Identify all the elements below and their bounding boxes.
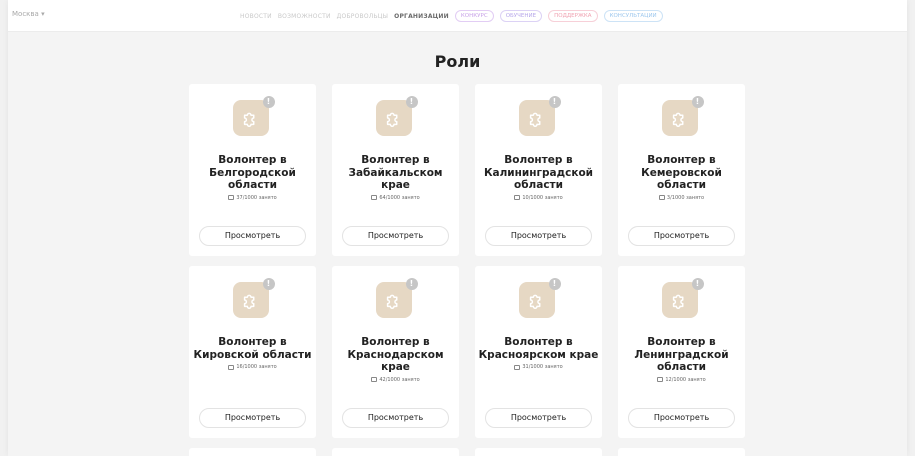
exclamation-icon: !: [405, 278, 418, 290]
occupancy-text: 42/1000 занято: [379, 376, 420, 383]
role-card[interactable]: ! Волонтер в Ленинградской области 12/1000…: [618, 266, 745, 438]
role-card[interactable]: ! Волонтер в Кемеровской области 3/1000 за…: [618, 84, 745, 256]
chat-icon: [228, 195, 235, 200]
role-occupancy: 3/1000 занято: [658, 194, 705, 201]
nav-link-volunteers[interactable]: ДОБРОВОЛЬЦЫ: [337, 13, 389, 20]
exclamation-icon: !: [691, 278, 704, 290]
view-button[interactable]: Просмотреть: [199, 408, 306, 428]
role-name: Волонтер в Краснодарском крае: [347, 336, 444, 373]
page: Москва ▾ НОВОСТИ ВОЗМОЖНОСТИ ДОБРОВОЛЬЦЫ…: [8, 0, 907, 456]
exclamation-icon: !: [691, 96, 704, 108]
view-button[interactable]: Просмотреть: [342, 226, 449, 246]
occupancy-text: 37/1000 занято: [236, 194, 277, 201]
role-icon-wrap: !: [518, 278, 561, 318]
city-label: Москва: [12, 10, 39, 18]
role-name: Волонтер в Забайкальском крае: [348, 154, 443, 191]
exclamation-icon: !: [262, 96, 275, 108]
role-card[interactable]: ! Волонтер в Красноярском крае 31/1000 зан…: [475, 266, 602, 438]
role-card-partial: [475, 448, 602, 456]
exclamation-icon: !: [548, 278, 561, 290]
view-button[interactable]: Просмотреть: [628, 408, 735, 428]
nav-pill-support[interactable]: ПОДДЕРЖКА: [548, 10, 598, 22]
role-occupancy: 42/1000 занято: [371, 376, 420, 383]
nav-pill-contest[interactable]: КОНКУРС: [454, 10, 494, 22]
role-name: Волонтер в Кировской области: [193, 336, 312, 361]
city-selector[interactable]: Москва ▾: [12, 10, 45, 18]
nav-pill-education[interactable]: ОБУЧЕНИЕ: [499, 10, 543, 22]
role-icon-wrap: !: [661, 278, 704, 318]
view-button[interactable]: Просмотреть: [485, 408, 592, 428]
role-name: Волонтер в Калининградской области: [483, 154, 594, 191]
roles-grid: ! Волонтер в Белгородской области 37/1000 …: [189, 84, 749, 456]
chat-icon: [514, 195, 521, 200]
chat-icon: [371, 195, 378, 200]
occupancy-text: 12/1000 занято: [665, 376, 706, 383]
role-name: Волонтер в Белгородской области: [209, 154, 296, 191]
nav-link-organizations[interactable]: ОРГАНИЗАЦИИ: [394, 13, 449, 20]
chat-icon: [658, 195, 665, 200]
role-occupancy: 12/1000 занято: [657, 376, 706, 383]
role-icon-wrap: !: [232, 96, 275, 136]
role-name: Волонтер в Красноярском крае: [478, 336, 599, 361]
role-occupancy: 64/1000 занято: [371, 194, 420, 201]
role-card-partial: [618, 448, 745, 456]
top-navigation-bar: Москва ▾ НОВОСТИ ВОЗМОЖНОСТИ ДОБРОВОЛЬЦЫ…: [8, 0, 907, 32]
chat-icon: [371, 377, 378, 382]
occupancy-text: 64/1000 занято: [379, 194, 420, 201]
exclamation-icon: !: [548, 96, 561, 108]
role-card-partial: [189, 448, 316, 456]
chevron-down-icon: ▾: [41, 10, 45, 18]
view-button[interactable]: Просмотреть: [485, 226, 592, 246]
role-name: Волонтер в Кемеровской области: [641, 154, 722, 191]
role-occupancy: 37/1000 занято: [228, 194, 277, 201]
role-card[interactable]: ! Волонтер в Забайкальском крае 64/1000 за…: [332, 84, 459, 256]
chat-icon: [514, 364, 521, 370]
role-occupancy: 16/1000 занято: [228, 364, 277, 370]
nav-link-news[interactable]: НОВОСТИ: [240, 13, 272, 20]
chat-icon: [657, 377, 664, 382]
role-card[interactable]: ! Волонтер в Кировской области 16/1000 зан…: [189, 266, 316, 438]
role-card[interactable]: ! Волонтер в Краснодарском крае 42/1000 за…: [332, 266, 459, 438]
page-title: Роли: [434, 52, 481, 71]
role-occupancy: 10/1000 занято: [514, 194, 563, 201]
exclamation-icon: !: [405, 96, 418, 108]
view-button[interactable]: Просмотреть: [628, 226, 735, 246]
role-icon-wrap: !: [232, 278, 275, 318]
role-occupancy: 31/1000 занято: [514, 364, 563, 370]
role-icon-wrap: !: [518, 96, 561, 136]
occupancy-text: 16/1000 занято: [236, 364, 277, 370]
chat-icon: [228, 364, 235, 370]
role-card-partial: [332, 448, 459, 456]
view-button[interactable]: Просмотреть: [199, 226, 306, 246]
occupancy-text: 10/1000 занято: [522, 194, 563, 201]
occupancy-text: 31/1000 занято: [522, 364, 563, 370]
role-name: Волонтер в Ленинградской области: [634, 336, 729, 373]
nav-pill-consultations[interactable]: КОНСУЛЬТАЦИИ: [603, 10, 663, 22]
main-nav: НОВОСТИ ВОЗМОЖНОСТИ ДОБРОВОЛЬЦЫ ОРГАНИЗА…: [240, 10, 663, 22]
exclamation-icon: !: [262, 278, 275, 290]
role-icon-wrap: !: [661, 96, 704, 136]
role-icon-wrap: !: [375, 278, 418, 318]
nav-link-opportunities[interactable]: ВОЗМОЖНОСТИ: [278, 13, 331, 20]
role-icon-wrap: !: [375, 96, 418, 136]
role-card[interactable]: ! Волонтер в Белгородской области 37/1000 …: [189, 84, 316, 256]
view-button[interactable]: Просмотреть: [342, 408, 449, 428]
occupancy-text: 3/1000 занято: [666, 194, 705, 201]
role-card[interactable]: ! Волонтер в Калининградской области 10/10…: [475, 84, 602, 256]
